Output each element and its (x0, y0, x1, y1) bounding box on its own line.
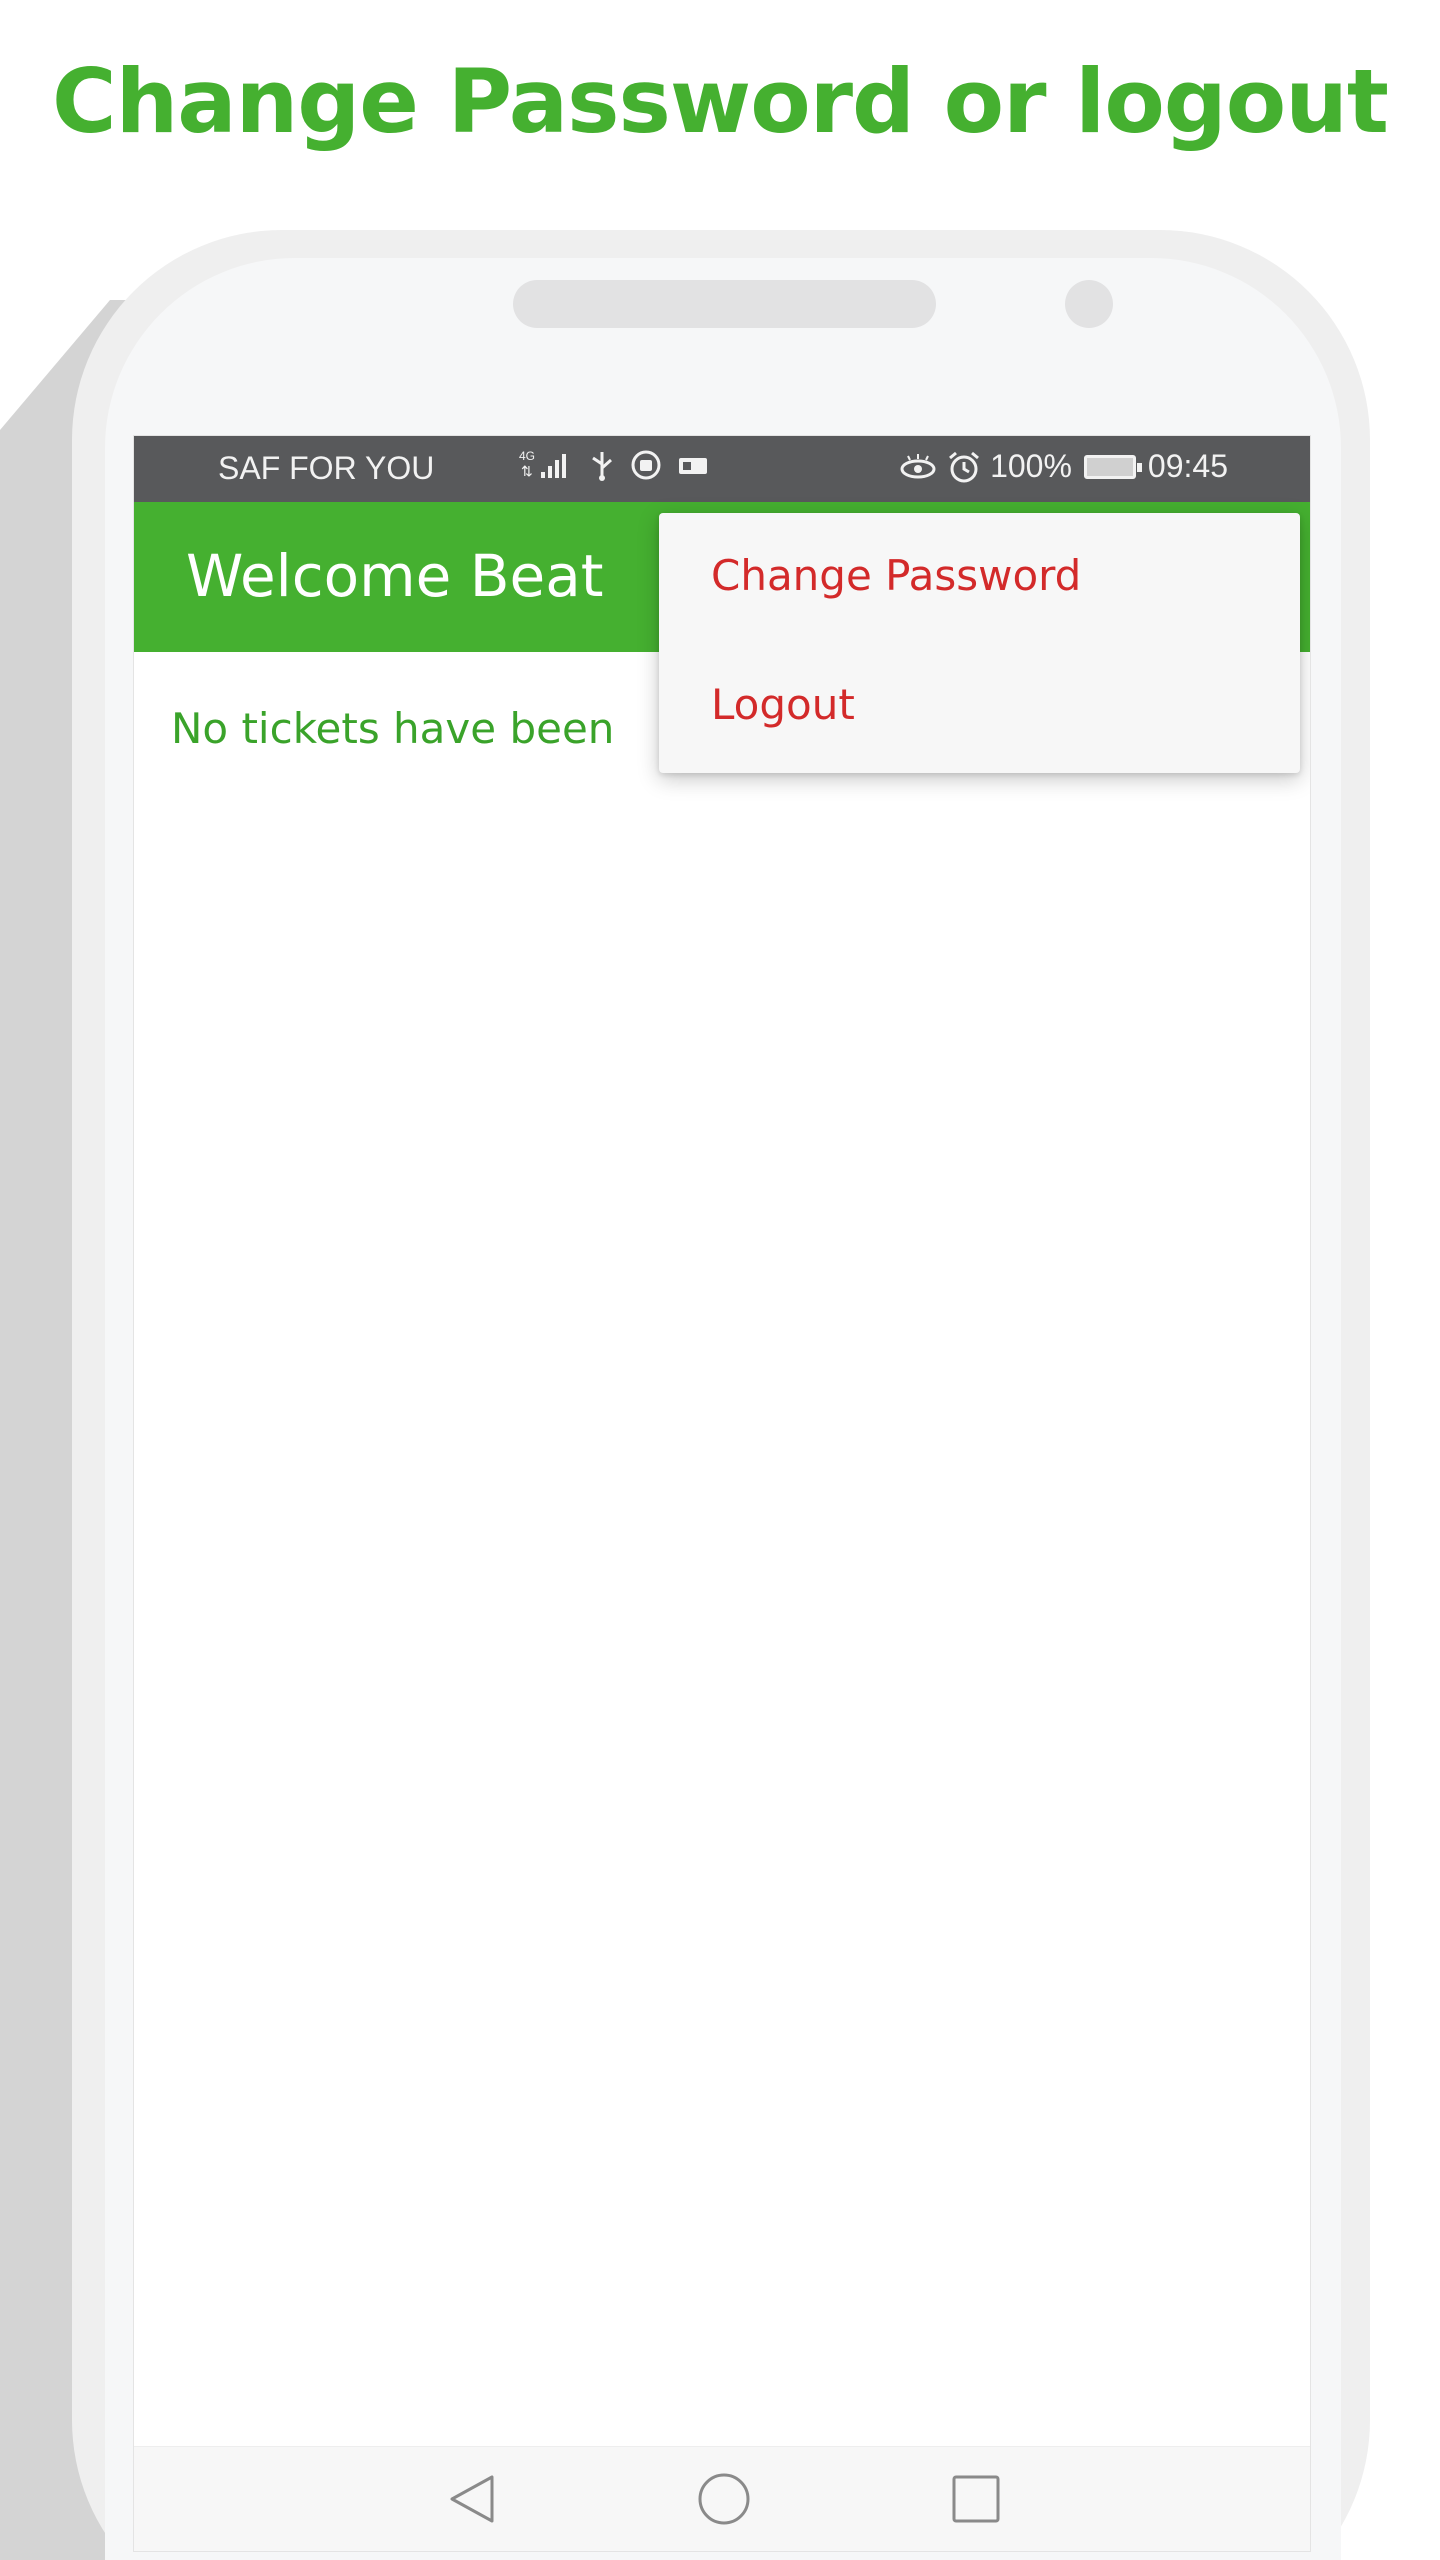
recents-icon[interactable] (946, 2469, 1006, 2529)
clock-time: 09:45 (1147, 448, 1228, 484)
page-headline: Change Password or logout (52, 50, 1389, 153)
menu-item-change-password[interactable]: Change Password (711, 551, 1081, 600)
status-bar: SAF FOR YOU 4G ⇅ 100% 09:45 (134, 436, 1310, 502)
phone-speaker (513, 280, 936, 328)
navigation-bar (134, 2446, 1310, 2551)
status-icons-right: 100% 09:45 (898, 448, 1228, 485)
battery-icon (1083, 454, 1142, 479)
eye-comfort-icon (900, 453, 936, 478)
sim-icon (679, 458, 707, 474)
svg-text:⇅: ⇅ (521, 463, 533, 479)
alarm-icon (949, 451, 980, 482)
vpn-icon (631, 450, 661, 480)
phone-screen: SAF FOR YOU 4G ⇅ 100% 09:45 Welcome Beat… (133, 435, 1311, 2552)
empty-state-message: No tickets have been (171, 704, 615, 753)
usb-icon (592, 452, 612, 481)
battery-percent: 100% (990, 448, 1072, 484)
menu-item-logout[interactable]: Logout (711, 680, 855, 729)
status-icons-left: 4G ⇅ (519, 448, 709, 482)
back-icon[interactable] (444, 2469, 504, 2529)
app-bar-title: Welcome Beat (186, 542, 604, 610)
phone-camera (1065, 280, 1113, 328)
overflow-menu: Change Password Logout (659, 513, 1300, 773)
svg-text:4G: 4G (519, 449, 535, 463)
signal-4g-icon: 4G ⇅ (519, 449, 566, 479)
home-icon[interactable] (694, 2469, 754, 2529)
carrier-name: SAF FOR YOU (218, 450, 435, 486)
